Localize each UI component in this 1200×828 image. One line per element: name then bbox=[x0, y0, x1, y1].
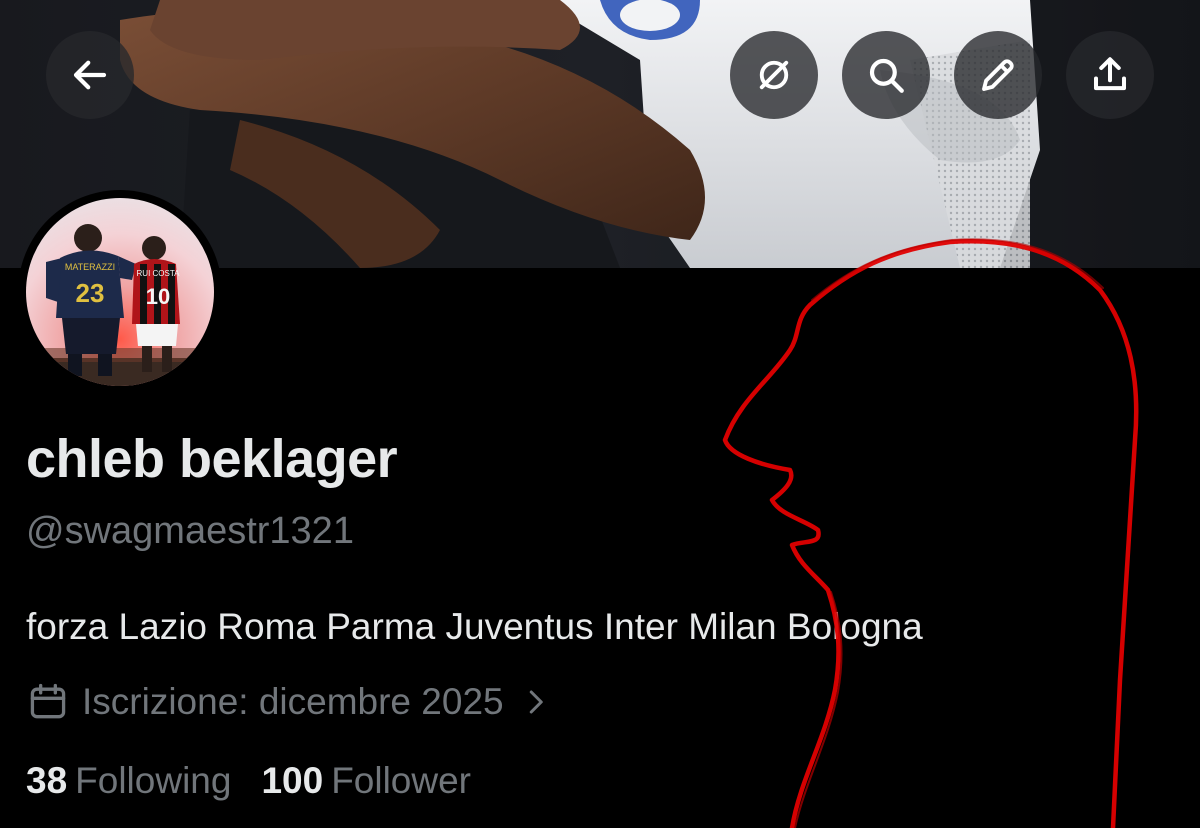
avatar-left-number: 23 bbox=[76, 278, 105, 308]
profile-handle: @swagmaestr1321 bbox=[26, 510, 354, 552]
search-icon bbox=[869, 58, 904, 93]
profile-stats: 38 Following 100 Follower bbox=[26, 760, 471, 802]
display-name: chleb beklager bbox=[26, 429, 398, 489]
following-label: Following bbox=[75, 760, 232, 801]
avatar-right-number: 10 bbox=[146, 284, 170, 309]
pencil-icon bbox=[982, 59, 1014, 91]
profile-avatar[interactable]: 23 MATERAZZI 10 RUI COSTA bbox=[18, 190, 222, 394]
back-button[interactable] bbox=[46, 31, 134, 119]
share-icon bbox=[1093, 57, 1127, 91]
grok-icon bbox=[759, 60, 789, 90]
calendar-icon bbox=[30, 683, 66, 719]
arrow-left-icon bbox=[73, 60, 107, 90]
edit-button[interactable] bbox=[954, 31, 1042, 119]
followers-count: 100 bbox=[261, 760, 324, 801]
following-link[interactable]: 38 Following bbox=[26, 760, 231, 802]
avatar-left-name: MATERAZZI bbox=[65, 262, 115, 272]
share-button[interactable] bbox=[1066, 31, 1154, 119]
followers-link[interactable]: 100 Follower bbox=[261, 760, 471, 802]
avatar-image: 23 MATERAZZI 10 RUI COSTA bbox=[26, 198, 214, 386]
following-count: 38 bbox=[26, 760, 68, 801]
chevron-right-icon bbox=[529, 690, 543, 714]
followers-label: Follower bbox=[331, 760, 472, 801]
avatar-right-name: RUI COSTA bbox=[137, 269, 181, 278]
profile-bio: forza Lazio Roma Parma Juventus Inter Mi… bbox=[26, 606, 923, 647]
grok-button[interactable] bbox=[730, 31, 818, 119]
search-button[interactable] bbox=[842, 31, 930, 119]
join-date-text: Iscrizione: dicembre 2025 bbox=[82, 681, 504, 722]
join-date-row[interactable]: Iscrizione: dicembre 2025 bbox=[26, 678, 550, 726]
